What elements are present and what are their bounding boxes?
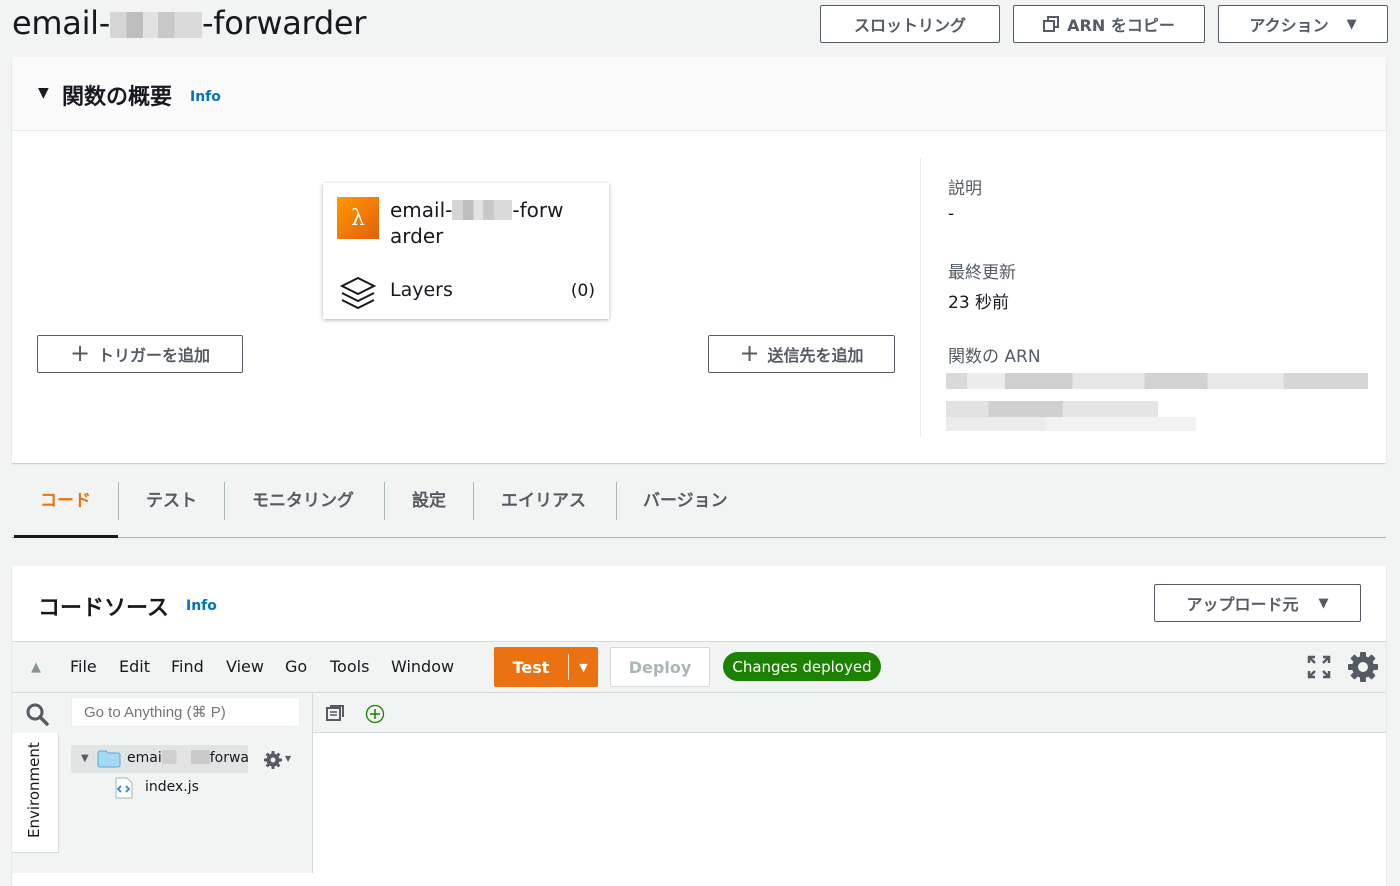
deploy-button[interactable]: Deploy xyxy=(610,647,710,687)
menu-go[interactable]: Go xyxy=(285,657,307,676)
page-title: email- -forwarder xyxy=(12,4,367,42)
layers-label[interactable]: Layers xyxy=(390,279,453,301)
tab-divider xyxy=(616,482,617,520)
last-modified-value: 23 秒前 xyxy=(948,293,1010,313)
tab-settings[interactable]: 設定 xyxy=(412,486,446,511)
plus-icon: + xyxy=(69,338,91,367)
redacted-name xyxy=(110,12,202,38)
folder-expand-caret-icon[interactable]: ▼ xyxy=(81,753,89,764)
add-trigger-button[interactable]: + トリガーを追加 xyxy=(37,335,243,373)
add-destination-button[interactable]: + 送信先を追加 xyxy=(708,335,895,373)
copy-arn-button[interactable]: ARN をコピー xyxy=(1013,5,1205,43)
plus-icon: + xyxy=(739,338,760,367)
throttle-button[interactable]: スロットリング xyxy=(820,5,1000,43)
upload-from-dropdown[interactable]: アップロード元 ▼ xyxy=(1154,584,1361,622)
actions-dropdown[interactable]: アクション ▼ xyxy=(1218,5,1388,43)
split-divider xyxy=(568,654,569,680)
test-dropdown-caret-icon[interactable]: ▼ xyxy=(569,661,598,674)
arn-redacted xyxy=(946,417,1196,431)
go-to-anything-input[interactable] xyxy=(71,697,300,727)
collapse-triangle-icon[interactable]: ▲ xyxy=(31,660,41,675)
code-source-heading: コードソース xyxy=(38,596,169,621)
status-badge: Changes deployed xyxy=(723,652,881,681)
overview-header[interactable]: ▼ 関数の概要 Info xyxy=(12,57,1386,131)
tab-divider xyxy=(224,482,225,520)
function-overview-panel: ▼ 関数の概要 Info λ email- -forw arder Layers … xyxy=(12,57,1386,463)
active-tab-indicator xyxy=(14,535,118,538)
js-file-icon xyxy=(115,777,133,799)
editor-tab-bar xyxy=(312,693,1386,733)
menu-edit[interactable]: Edit xyxy=(119,657,150,676)
tab-aliases[interactable]: エイリアス xyxy=(501,486,586,511)
tab-test[interactable]: テスト xyxy=(146,486,197,511)
arn-redacted xyxy=(946,401,1158,417)
caret-down-icon: ▼ xyxy=(1346,16,1357,32)
folder-settings-gear-icon[interactable] xyxy=(263,750,283,770)
tab-divider xyxy=(384,482,385,520)
arn-redacted xyxy=(946,373,1368,389)
last-modified-label: 最終更新 xyxy=(948,263,1016,283)
copy-icon xyxy=(1043,16,1060,32)
test-button[interactable]: Test ▼ xyxy=(494,647,598,687)
new-tab-plus-icon[interactable] xyxy=(365,704,385,724)
tab-code[interactable]: コード xyxy=(40,486,91,511)
tab-divider xyxy=(118,482,119,520)
tab-list-icon[interactable] xyxy=(326,705,344,721)
menu-tools[interactable]: Tools xyxy=(330,657,369,676)
tab-monitoring[interactable]: モニタリング xyxy=(252,486,354,511)
file-index-js[interactable]: index.js xyxy=(145,779,199,795)
overview-heading: 関数の概要 xyxy=(62,85,173,110)
collapse-caret-icon[interactable]: ▼ xyxy=(38,85,49,101)
vertical-divider xyxy=(920,158,921,438)
tab-divider xyxy=(473,482,474,520)
menu-window[interactable]: Window xyxy=(391,657,454,676)
code-source-info-link[interactable]: Info xyxy=(186,598,217,614)
description-value: - xyxy=(948,204,955,224)
folder-icon xyxy=(97,750,121,768)
search-icon[interactable] xyxy=(25,702,49,726)
menu-find[interactable]: Find xyxy=(171,657,204,676)
settings-caret-icon[interactable]: ▼ xyxy=(285,754,291,763)
menu-view[interactable]: View xyxy=(226,657,264,676)
folder-name: emaiforwarc xyxy=(127,750,248,766)
menu-file[interactable]: File xyxy=(70,657,97,676)
layers-count: (0) xyxy=(570,281,595,301)
gear-icon[interactable] xyxy=(1347,651,1379,683)
tab-versions[interactable]: バージョン xyxy=(643,486,728,511)
function-name: email- -forw arder xyxy=(390,198,564,248)
environment-label: Environment xyxy=(25,742,43,838)
layers-icon xyxy=(339,276,377,310)
overview-info-link[interactable]: Info xyxy=(190,89,221,105)
caret-down-icon: ▼ xyxy=(1318,595,1329,611)
redacted-name xyxy=(161,750,210,764)
lambda-icon: λ xyxy=(337,197,379,239)
tab-baseline xyxy=(12,537,1386,538)
description-label: 説明 xyxy=(948,179,982,199)
arn-label: 関数の ARN xyxy=(948,347,1041,367)
redacted-name xyxy=(452,200,513,220)
fullscreen-icon[interactable] xyxy=(1307,655,1331,679)
function-card[interactable]: λ email- -forw arder Layers (0) xyxy=(323,183,609,319)
